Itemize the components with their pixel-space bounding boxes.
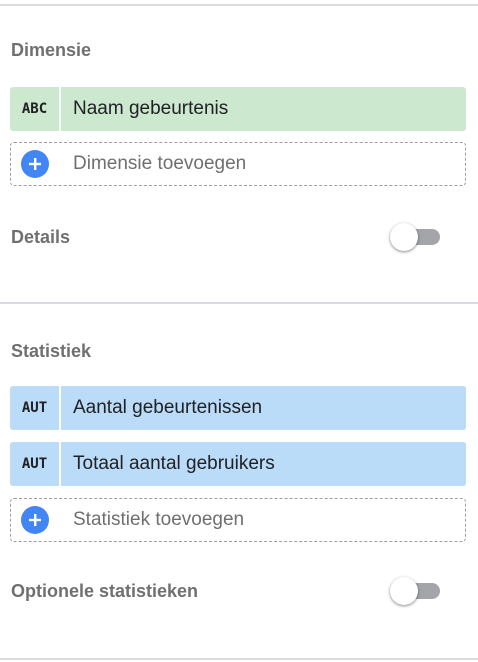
metric-chip-label: Aantal gebeurtenissen [73,397,263,418]
metric-type-tag: AUT [10,386,61,430]
plus-icon [21,506,49,534]
dimension-chip[interactable]: ABC Naam gebeurtenis [10,87,466,131]
add-metric-label: Statistiek toevoegen [73,509,245,530]
add-dimension-button[interactable]: Dimensie toevoegen [10,142,466,186]
details-toggle[interactable] [390,222,442,252]
plus-icon [21,150,49,178]
optional-metrics-toggle[interactable] [390,576,442,606]
metric-chip-label: Totaal aantal gebruikers [73,453,275,474]
bottom-divider [0,658,478,660]
dimension-section-title: Dimensie [11,40,92,60]
top-divider [0,4,478,6]
section-divider [0,302,478,304]
add-metric-button[interactable]: Statistiek toevoegen [10,498,466,542]
metric-type-tag: AUT [10,442,61,486]
optional-metrics-label: Optionele statistieken [11,581,199,601]
details-label: Details [11,227,71,247]
dimension-chip-label: Naam gebeurtenis [73,98,229,119]
optional-metrics-toggle-knob [390,577,418,605]
dimension-type-tag: ABC [10,87,61,131]
metric-chip[interactable]: AUT Totaal aantal gebruikers [10,442,466,486]
metric-section-title: Statistiek [11,341,92,361]
add-dimension-label: Dimensie toevoegen [73,153,247,174]
details-toggle-knob [390,223,418,251]
metric-chip[interactable]: AUT Aantal gebeurtenissen [10,386,466,430]
